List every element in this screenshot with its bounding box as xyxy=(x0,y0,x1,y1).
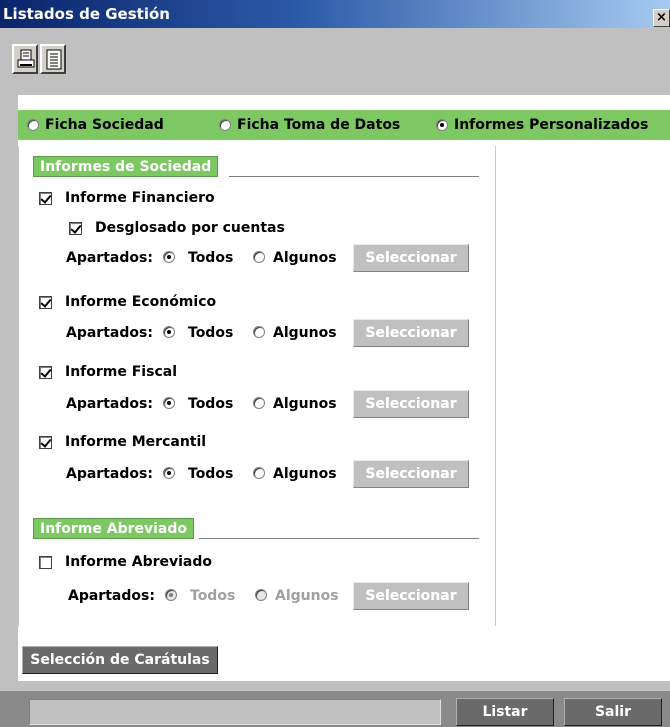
checkbox-label: Informe Financiero xyxy=(65,190,215,206)
close-icon: × xyxy=(656,10,667,25)
radio-label: Informes Personalizados xyxy=(454,117,649,133)
radio-button[interactable] xyxy=(436,119,448,131)
radio-ficha-toma-datos[interactable]: Ficha Toma de Datos xyxy=(219,116,400,134)
radio-label-algunos: Algunos xyxy=(275,588,339,604)
radio-button[interactable] xyxy=(27,119,39,131)
close-button[interactable]: × xyxy=(653,9,670,27)
row-desglosado[interactable]: Desglosado por cuentas xyxy=(69,218,369,238)
printer-icon xyxy=(17,49,35,68)
seleccionar-button[interactable]: Seleccionar xyxy=(353,319,469,347)
apartados-label: Apartados: xyxy=(68,588,155,604)
radio-button[interactable] xyxy=(219,119,231,131)
radio-todos[interactable] xyxy=(163,251,175,263)
seleccion-caratulas-button[interactable]: Selección de Carátulas xyxy=(22,646,218,674)
apartados-label: Apartados: xyxy=(66,466,153,482)
radio-algunos[interactable] xyxy=(253,251,265,263)
radio-label-todos: Todos xyxy=(188,396,234,412)
checkbox-informe-abreviado[interactable] xyxy=(39,556,52,569)
list-view-button[interactable] xyxy=(40,44,66,74)
checkbox-label: Desglosado por cuentas xyxy=(95,220,285,236)
seleccionar-button[interactable]: Seleccionar xyxy=(353,390,469,418)
checkbox-informe-financiero[interactable] xyxy=(39,192,52,205)
radio-todos xyxy=(165,589,177,601)
radio-label-todos: Todos xyxy=(188,325,234,341)
row-informe-fiscal[interactable]: Informe Fiscal xyxy=(39,362,339,382)
radio-todos[interactable] xyxy=(163,397,175,409)
radio-algunos xyxy=(255,589,267,601)
radio-label-algunos: Algunos xyxy=(273,250,337,266)
salir-button[interactable]: Salir xyxy=(564,698,662,726)
seleccionar-button: Seleccionar xyxy=(353,582,469,610)
checkbox-label: Informe Mercantil xyxy=(65,434,207,450)
radio-todos[interactable] xyxy=(163,326,175,338)
apartados-label: Apartados: xyxy=(66,325,153,341)
status-field xyxy=(29,699,441,725)
radio-label-todos: Todos xyxy=(188,250,234,266)
radio-todos[interactable] xyxy=(163,467,175,479)
print-button[interactable] xyxy=(12,44,38,74)
row-informe-financiero[interactable]: Informe Financiero xyxy=(39,188,339,208)
apartados-label: Apartados: xyxy=(66,250,153,266)
checkbox-informe-economico[interactable] xyxy=(39,296,52,309)
row-informe-mercantil[interactable]: Informe Mercantil xyxy=(39,432,339,452)
seleccionar-button[interactable]: Seleccionar xyxy=(353,460,469,488)
radio-algunos[interactable] xyxy=(253,326,265,338)
radio-label-algunos: Algunos xyxy=(273,466,337,482)
radio-algunos[interactable] xyxy=(253,467,265,479)
list-icon xyxy=(46,49,62,70)
report-type-bar: Ficha Sociedad Ficha Toma de Datos Infor… xyxy=(18,110,670,140)
listar-button[interactable]: Listar xyxy=(456,698,554,726)
radio-informes-personalizados[interactable]: Informes Personalizados xyxy=(436,116,648,134)
radio-label: Ficha Toma de Datos xyxy=(237,117,401,133)
checkbox-label: Informe Abreviado xyxy=(65,554,213,570)
radio-label-algunos: Algunos xyxy=(273,325,337,341)
checkbox-label: Informe Económico xyxy=(65,294,217,310)
checkbox-desglosado[interactable] xyxy=(69,222,82,235)
radio-label-algunos: Algunos xyxy=(273,396,337,412)
section-divider xyxy=(229,176,479,177)
radio-label-todos: Todos xyxy=(188,466,234,482)
seleccionar-button[interactable]: Seleccionar xyxy=(353,244,469,272)
section-divider xyxy=(199,538,479,539)
row-informe-abreviado[interactable]: Informe Abreviado xyxy=(39,552,339,572)
apartados-label: Apartados: xyxy=(66,396,153,412)
radio-algunos[interactable] xyxy=(253,397,265,409)
window-title: Listados de Gestión xyxy=(3,5,170,23)
radio-label: Ficha Sociedad xyxy=(45,117,164,133)
section-title-sociedad: Informes de Sociedad xyxy=(33,156,219,177)
report-options-panel: Informes de Sociedad Informe Financiero … xyxy=(18,146,496,626)
checkbox-label: Informe Fiscal xyxy=(65,364,177,380)
checkbox-informe-fiscal[interactable] xyxy=(39,366,52,379)
status-bar: Listar Salir xyxy=(0,691,670,727)
window-titlebar: Listados de Gestión × xyxy=(0,0,670,28)
radio-label-todos: Todos xyxy=(190,588,236,604)
row-informe-economico[interactable]: Informe Económico xyxy=(39,292,339,312)
checkbox-informe-mercantil[interactable] xyxy=(39,436,52,449)
section-title-abreviado: Informe Abreviado xyxy=(33,518,195,539)
radio-ficha-sociedad[interactable]: Ficha Sociedad xyxy=(27,116,164,134)
